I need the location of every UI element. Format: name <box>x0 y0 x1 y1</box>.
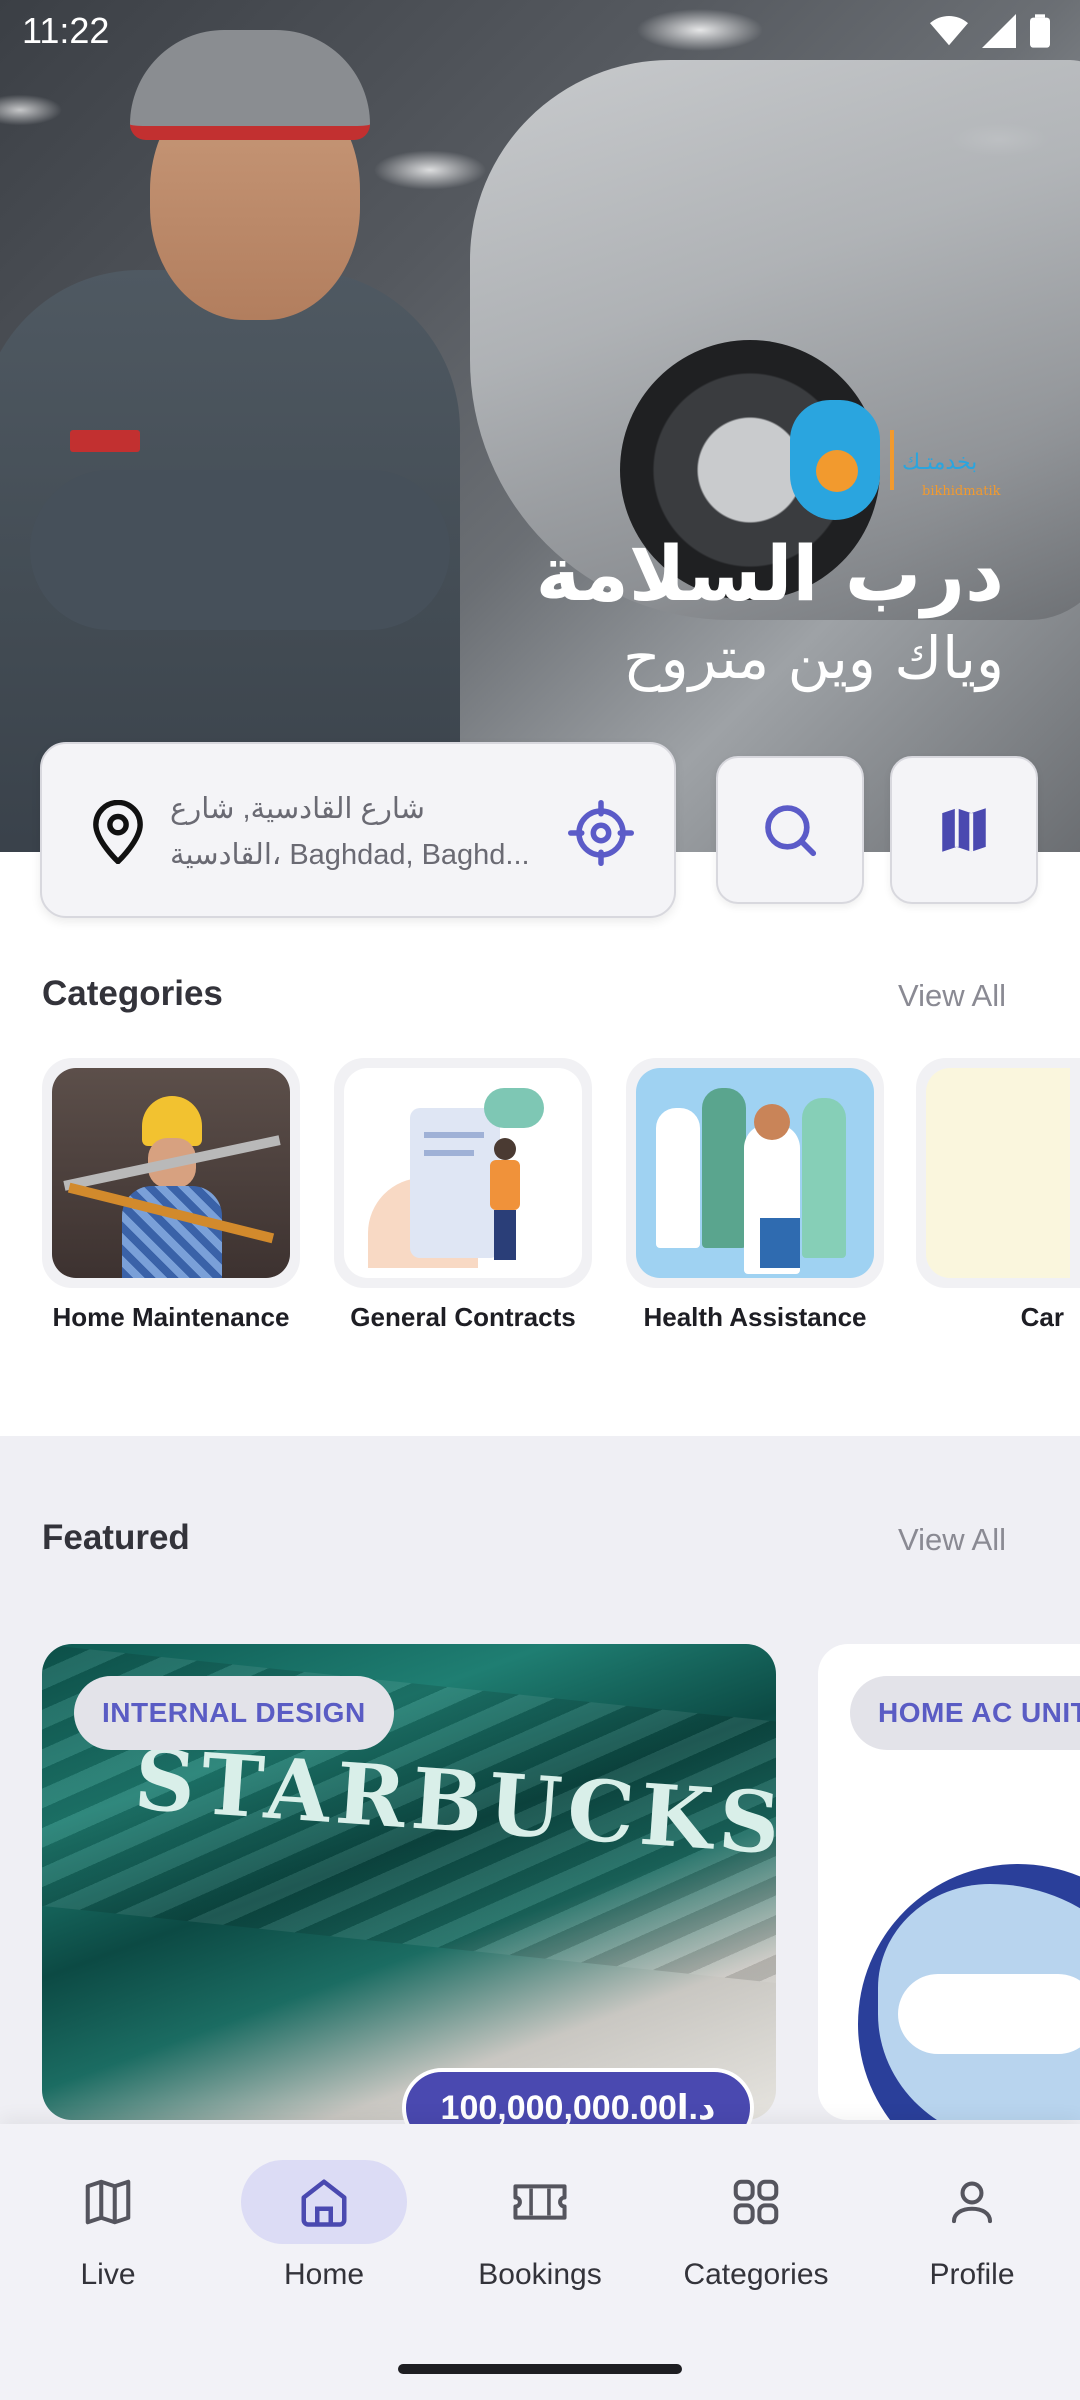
status-bar: 11:22 <box>0 0 1080 64</box>
signal-icon <box>982 14 1016 48</box>
category-card-general-contracts[interactable] <box>334 1058 592 1288</box>
bottom-navigation: Live Home Bookings Categories Profile <box>0 2124 1080 2334</box>
user-icon <box>951 2181 993 2224</box>
category-card-home-maintenance[interactable] <box>42 1058 300 1288</box>
location-address-line1: شارع القادسية, شارع <box>170 793 425 825</box>
status-icons <box>930 14 1050 48</box>
brand-logo-english: bikhidmatik <box>922 484 1001 499</box>
location-address: شارع القادسية, شارع القادسية، Baghdad, B… <box>170 786 590 878</box>
categories-title: Categories <box>42 974 223 1013</box>
home-icon <box>301 2179 347 2227</box>
status-time: 11:22 <box>22 10 110 51</box>
featured-card-internal-design[interactable]: STARBUCKS INTERNAL DESIGN <box>42 1644 776 2120</box>
category-image-car <box>926 1068 1070 1278</box>
location-address-line2: القادسية، Baghdad, Baghd... <box>170 839 530 871</box>
category-card-health-assistance[interactable] <box>626 1058 884 1288</box>
hero-headline-line2: وياك وين متروح <box>623 624 1004 692</box>
mechanic-arms <box>30 430 450 630</box>
nav-label-bookings: Bookings <box>478 2258 602 2291</box>
featured-view-all-link[interactable]: View All <box>898 1522 1006 1558</box>
nav-label-home: Home <box>283 2258 365 2291</box>
location-pin-icon <box>93 800 143 864</box>
featured-card-home-ac-unit[interactable]: HOME AC UNIT <box>818 1644 1080 2120</box>
nav-item-bookings[interactable]: Bookings <box>440 2160 640 2310</box>
wifi-icon <box>930 15 968 46</box>
search-icon <box>765 805 817 857</box>
nav-item-profile[interactable]: Profile <box>872 2160 1072 2310</box>
category-label-general-contracts[interactable]: General Contracts <box>318 1302 608 1333</box>
brand-logo-arabic: بخدمتـك <box>902 450 978 475</box>
nav-label-live: Live <box>80 2258 136 2291</box>
hero-headline: درب السلامة وياك وين متروح <box>536 530 1004 698</box>
category-image-home-maintenance <box>52 1068 290 1278</box>
nav-item-live[interactable]: Live <box>8 2160 208 2310</box>
hero-headline-line1: درب السلامة <box>535 529 1004 618</box>
category-label-car[interactable]: Car <box>900 1302 1080 1333</box>
featured-tag-internal-design: INTERNAL DESIGN <box>74 1676 394 1750</box>
brand-logo-mark <box>790 400 880 520</box>
category-label-health-assistance[interactable]: Health Assistance <box>610 1302 900 1333</box>
nav-item-categories[interactable]: Categories <box>656 2160 856 2310</box>
nav-item-home[interactable]: Home <box>224 2160 424 2310</box>
map-icon <box>85 2179 131 2225</box>
featured-tag-home-ac-unit: HOME AC UNIT <box>850 1676 1080 1750</box>
location-field[interactable]: شارع القادسية, شارع القادسية، Baghdad, B… <box>40 742 676 918</box>
grid-icon <box>733 2179 779 2225</box>
search-button[interactable] <box>716 756 864 904</box>
hero-banner[interactable]: بخدمتـك bikhidmatik درب السلامة وياك وين… <box>0 0 1080 852</box>
nav-label-categories: Categories <box>683 2258 829 2291</box>
nav-label-profile: Profile <box>929 2258 1015 2291</box>
battery-icon <box>1030 14 1050 48</box>
featured-title: Featured <box>42 1518 190 1557</box>
home-indicator[interactable] <box>398 2364 682 2374</box>
map-view-button[interactable] <box>890 756 1038 904</box>
category-card-car[interactable] <box>916 1058 1080 1288</box>
categories-view-all-link[interactable]: View All <box>898 978 1006 1014</box>
current-location-icon[interactable] <box>568 800 634 866</box>
category-label-home-maintenance[interactable]: Home Maintenance <box>26 1302 316 1333</box>
category-image-health-assistance <box>636 1068 874 1278</box>
brand-logo: بخدمتـك bikhidmatik <box>790 400 1010 530</box>
map-icon <box>942 808 986 852</box>
ticket-icon <box>513 2184 567 2220</box>
category-image-general-contracts <box>344 1068 582 1278</box>
